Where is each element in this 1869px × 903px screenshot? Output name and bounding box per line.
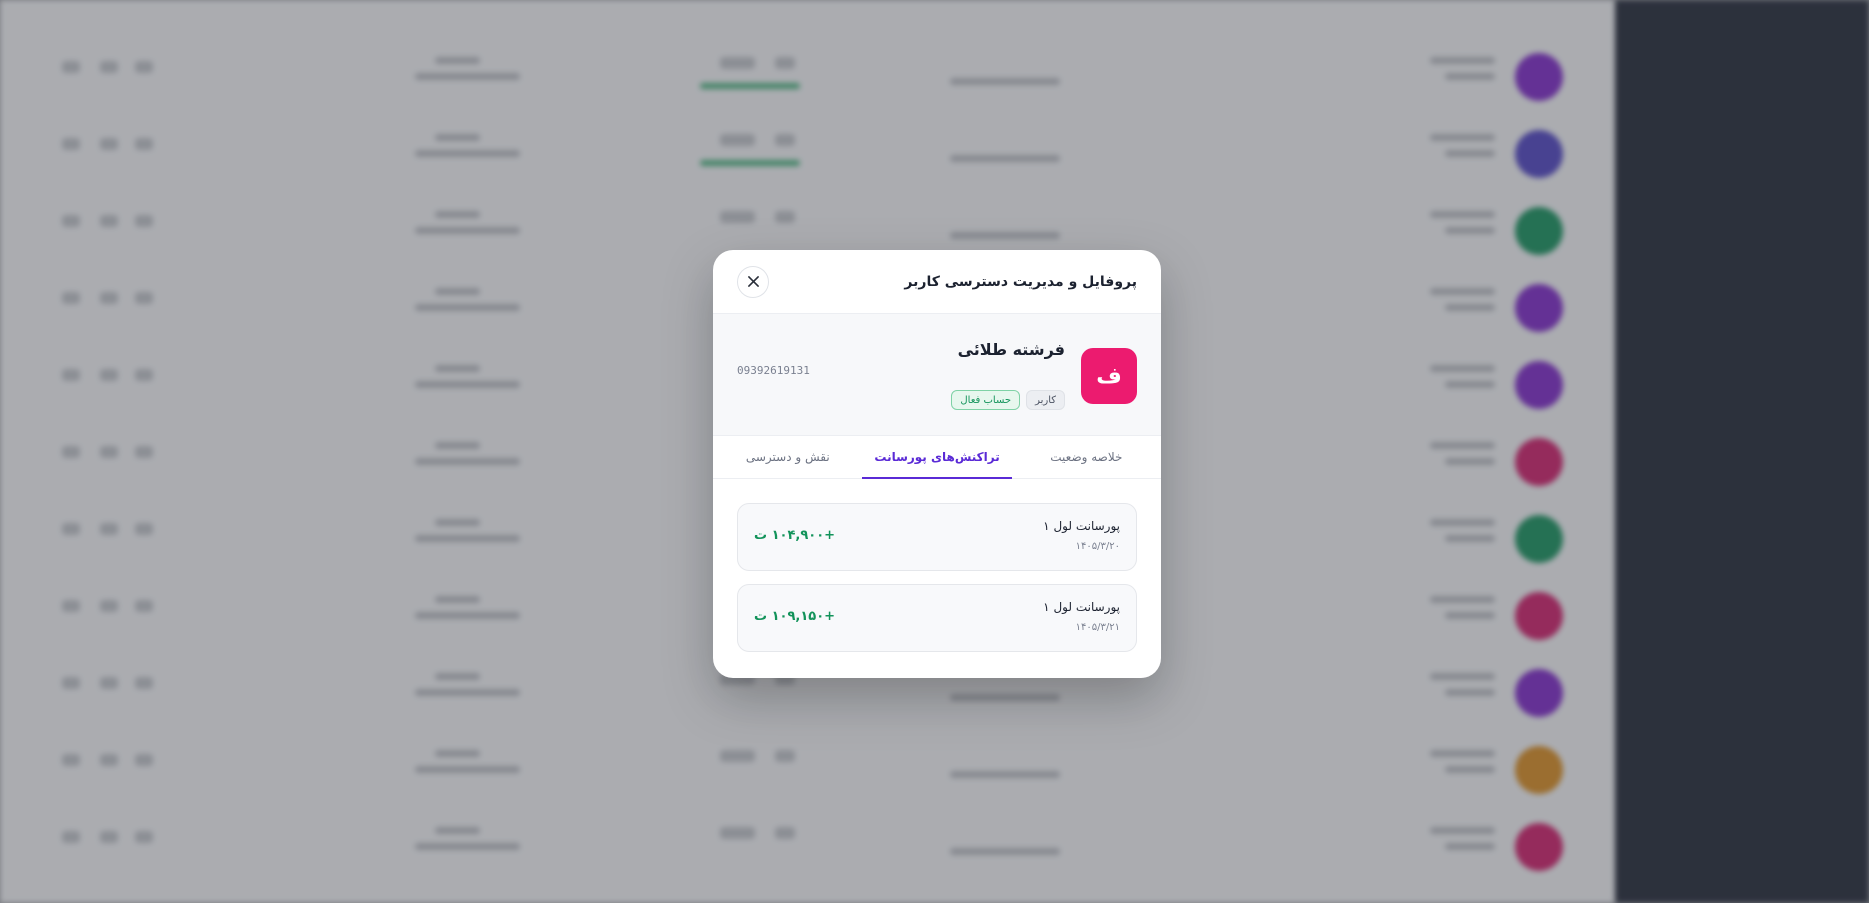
close-button[interactable]: [737, 265, 769, 298]
transaction-amount: +۱۰۴,۹۰۰ ت: [754, 528, 836, 543]
transaction-date: ۱۴۰۵/۳/۲۰: [1075, 541, 1120, 552]
status-badge: حساب فعال: [951, 390, 1021, 410]
transaction-list: پورسانت لول ۱ ۱۴۰۵/۳/۲۰ +۱۰۴,۹۰۰ ت پورسا…: [713, 479, 1161, 652]
list-item: پورسانت لول ۱ ۱۴۰۵/۳/۲۰ +۱۰۴,۹۰۰ ت: [737, 503, 1137, 571]
list-item: پورسانت لول ۱ ۱۴۰۵/۳/۲۱ +۱۰۹,۱۵۰ ت: [737, 584, 1137, 652]
tab-commission-transactions[interactable]: تراکنش‌های پورسانت: [862, 436, 1013, 479]
modal-title: پروفایل و مدیریت دسترسی کاربر: [904, 273, 1137, 290]
transaction-title: پورسانت لول ۱: [1043, 519, 1120, 533]
role-badge: کاربر: [1026, 390, 1065, 410]
transaction-title: پورسانت لول ۱: [1043, 600, 1120, 614]
tab-role-access[interactable]: نقش و دسترسی: [713, 436, 862, 478]
user-name: فرشته طلائی: [957, 340, 1065, 359]
transaction-date: ۱۴۰۵/۳/۲۱: [1075, 622, 1120, 633]
close-icon: [747, 276, 759, 287]
avatar: ف: [1081, 348, 1137, 404]
modal-header: پروفایل و مدیریت دسترسی کاربر: [713, 250, 1161, 314]
tab-summary[interactable]: خلاصه وضعیت: [1012, 436, 1161, 478]
transaction-amount: +۱۰۹,۱۵۰ ت: [754, 609, 836, 624]
tab-bar: خلاصه وضعیت تراکنش‌های پورسانت نقش و دست…: [713, 436, 1161, 479]
phone-number: 09392619131: [737, 364, 810, 377]
user-profile-modal: پروفایل و مدیریت دسترسی کاربر ف فرشته طل…: [713, 250, 1161, 678]
profile-section: ف فرشته طلائی کاربر حساب فعال 0939261913…: [713, 314, 1161, 436]
badge-group: کاربر حساب فعال: [951, 390, 1065, 410]
